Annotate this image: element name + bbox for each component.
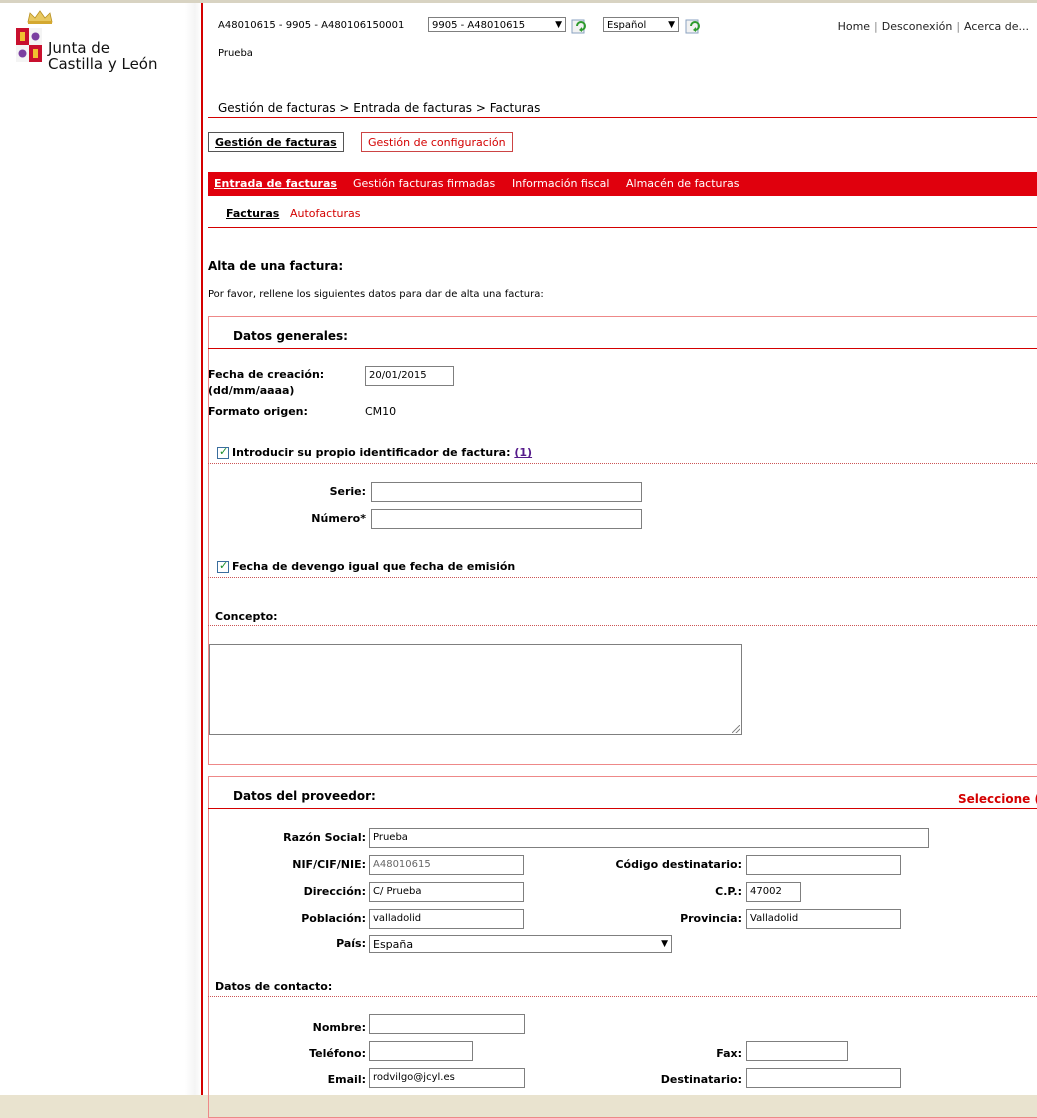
page-title: Alta de una factura: xyxy=(208,259,344,273)
page-description: Por favor, rellene los siguientes datos … xyxy=(208,289,544,300)
numero-label: Número* xyxy=(311,512,366,525)
pais-select[interactable]: España ▼ xyxy=(369,935,672,953)
coat-of-arms-icon xyxy=(16,28,42,62)
nombre-label: Nombre: xyxy=(312,1021,366,1034)
breadcrumb: Gestión de facturas > Entrada de factura… xyxy=(218,101,541,115)
formato-origen-value: CM10 xyxy=(365,405,397,418)
section-title-divider xyxy=(208,348,1037,349)
codigo-destinatario-label: Código destinatario: xyxy=(615,858,742,871)
user-info: A48010615 - 9905 - A480106150001 xyxy=(218,20,405,31)
concepto-textarea[interactable] xyxy=(209,644,742,735)
resize-grip-icon[interactable] xyxy=(732,725,740,733)
direccion-input[interactable]: C/ Prueba xyxy=(369,882,524,902)
breadcrumb-divider xyxy=(208,117,1037,118)
identificador-help-link[interactable]: (1) xyxy=(514,446,532,459)
sidebar-divider xyxy=(201,3,203,1095)
cp-label: C.P.: xyxy=(715,885,742,898)
fecha-format-label: (dd/mm/aaaa) xyxy=(208,384,295,397)
fecha-creacion-input[interactable]: 20/01/2015 xyxy=(365,366,454,386)
chevron-down-icon: ▼ xyxy=(555,20,562,30)
direccion-label: Dirección: xyxy=(303,885,366,898)
nombre-input[interactable] xyxy=(369,1014,525,1034)
logo-line-1: Junta de xyxy=(48,39,111,57)
left-sidebar xyxy=(0,3,201,1095)
provincia-label: Provincia: xyxy=(680,912,742,925)
codigo-destinatario-input[interactable] xyxy=(746,855,901,875)
logo-line-2: Castilla y León xyxy=(48,55,158,73)
razon-social-input[interactable]: Prueba xyxy=(369,828,929,848)
poblacion-label: Población: xyxy=(301,912,366,925)
datos-contacto-title: Datos de contacto: xyxy=(215,980,333,993)
organization-select[interactable]: 9905 - A48010615 ▼ xyxy=(428,17,566,32)
junta-logo[interactable]: Junta de Castilla y León xyxy=(10,10,180,80)
telefono-input[interactable] xyxy=(369,1041,473,1061)
identificador-checkbox[interactable] xyxy=(217,445,229,459)
crown-icon xyxy=(27,10,53,24)
menu-almacen-facturas[interactable]: Almacén de facturas xyxy=(626,177,740,190)
datos-generales-title: Datos generales: xyxy=(233,329,348,343)
nif-label: NIF/CIF/NIE: xyxy=(292,858,366,871)
poblacion-input[interactable]: valladolid xyxy=(369,909,524,929)
dotted-divider xyxy=(208,463,1037,464)
top-links: Home | Desconexión | Acerca de... xyxy=(837,20,1029,33)
devengo-checkbox[interactable] xyxy=(217,559,229,573)
submenu-autofacturas[interactable]: Autofacturas xyxy=(290,207,360,220)
language-select-value: Español xyxy=(607,20,647,31)
dotted-divider xyxy=(208,577,1037,578)
menu-informacion-fiscal[interactable]: Información fiscal xyxy=(512,177,609,190)
dotted-divider xyxy=(208,996,1037,997)
seleccione-link[interactable]: Seleccione ( xyxy=(958,792,1037,806)
section-title-divider xyxy=(208,808,1037,809)
tab-gestion-configuracion[interactable]: Gestión de configuración xyxy=(361,132,513,152)
submenu-divider xyxy=(208,227,1037,228)
fax-input[interactable] xyxy=(746,1041,848,1061)
logo-text: Junta de Castilla y León xyxy=(48,40,157,72)
logout-link[interactable]: Desconexión xyxy=(882,20,953,33)
user-name: Prueba xyxy=(218,48,253,59)
concepto-label: Concepto: xyxy=(215,610,278,623)
chevron-down-icon: ▼ xyxy=(661,939,668,949)
organization-select-value: 9905 - A48010615 xyxy=(432,20,526,31)
devengo-label: Fecha de devengo igual que fecha de emis… xyxy=(232,560,516,573)
serie-input[interactable] xyxy=(371,482,642,502)
formato-origen-label: Formato origen: xyxy=(208,405,308,418)
fecha-creacion-label: Fecha de creación: xyxy=(208,368,325,381)
email-label: Email: xyxy=(327,1073,366,1086)
razon-social-label: Razón Social: xyxy=(283,831,366,844)
about-link[interactable]: Acerca de... xyxy=(964,20,1029,33)
provincia-input[interactable]: Valladolid xyxy=(746,909,901,929)
pais-label: País: xyxy=(336,937,366,950)
identificador-label-text: Introducir su propio identificador de fa… xyxy=(232,446,511,459)
tab-gestion-facturas[interactable]: Gestión de facturas xyxy=(208,132,344,152)
dotted-divider xyxy=(208,625,1037,626)
email-input[interactable]: rodvilgo@jcyl.es xyxy=(369,1068,525,1088)
menu-entrada-facturas[interactable]: Entrada de facturas xyxy=(214,177,337,190)
numero-input[interactable] xyxy=(371,509,642,529)
submenu-facturas[interactable]: Facturas xyxy=(226,207,279,220)
chevron-down-icon: ▼ xyxy=(668,20,675,30)
refresh-icon[interactable] xyxy=(571,18,587,34)
destinatario-label: Destinatario: xyxy=(660,1073,742,1086)
main-menu-bar: Entrada de facturas Gestión facturas fir… xyxy=(208,172,1037,196)
destinatario-input[interactable] xyxy=(746,1068,901,1088)
refresh-icon[interactable] xyxy=(685,18,701,34)
home-link[interactable]: Home xyxy=(838,20,870,33)
cp-input[interactable]: 47002 xyxy=(746,882,801,902)
telefono-label: Teléfono: xyxy=(309,1047,366,1060)
menu-gestion-firmadas[interactable]: Gestión facturas firmadas xyxy=(353,177,495,190)
pais-select-value: España xyxy=(373,938,414,951)
datos-proveedor-title: Datos del proveedor: xyxy=(233,789,376,803)
serie-label: Serie: xyxy=(329,485,366,498)
fax-label: Fax: xyxy=(716,1047,742,1060)
nif-input[interactable]: A48010615 xyxy=(369,855,524,875)
identificador-label: Introducir su propio identificador de fa… xyxy=(232,446,532,459)
language-select[interactable]: Español ▼ xyxy=(603,17,679,32)
